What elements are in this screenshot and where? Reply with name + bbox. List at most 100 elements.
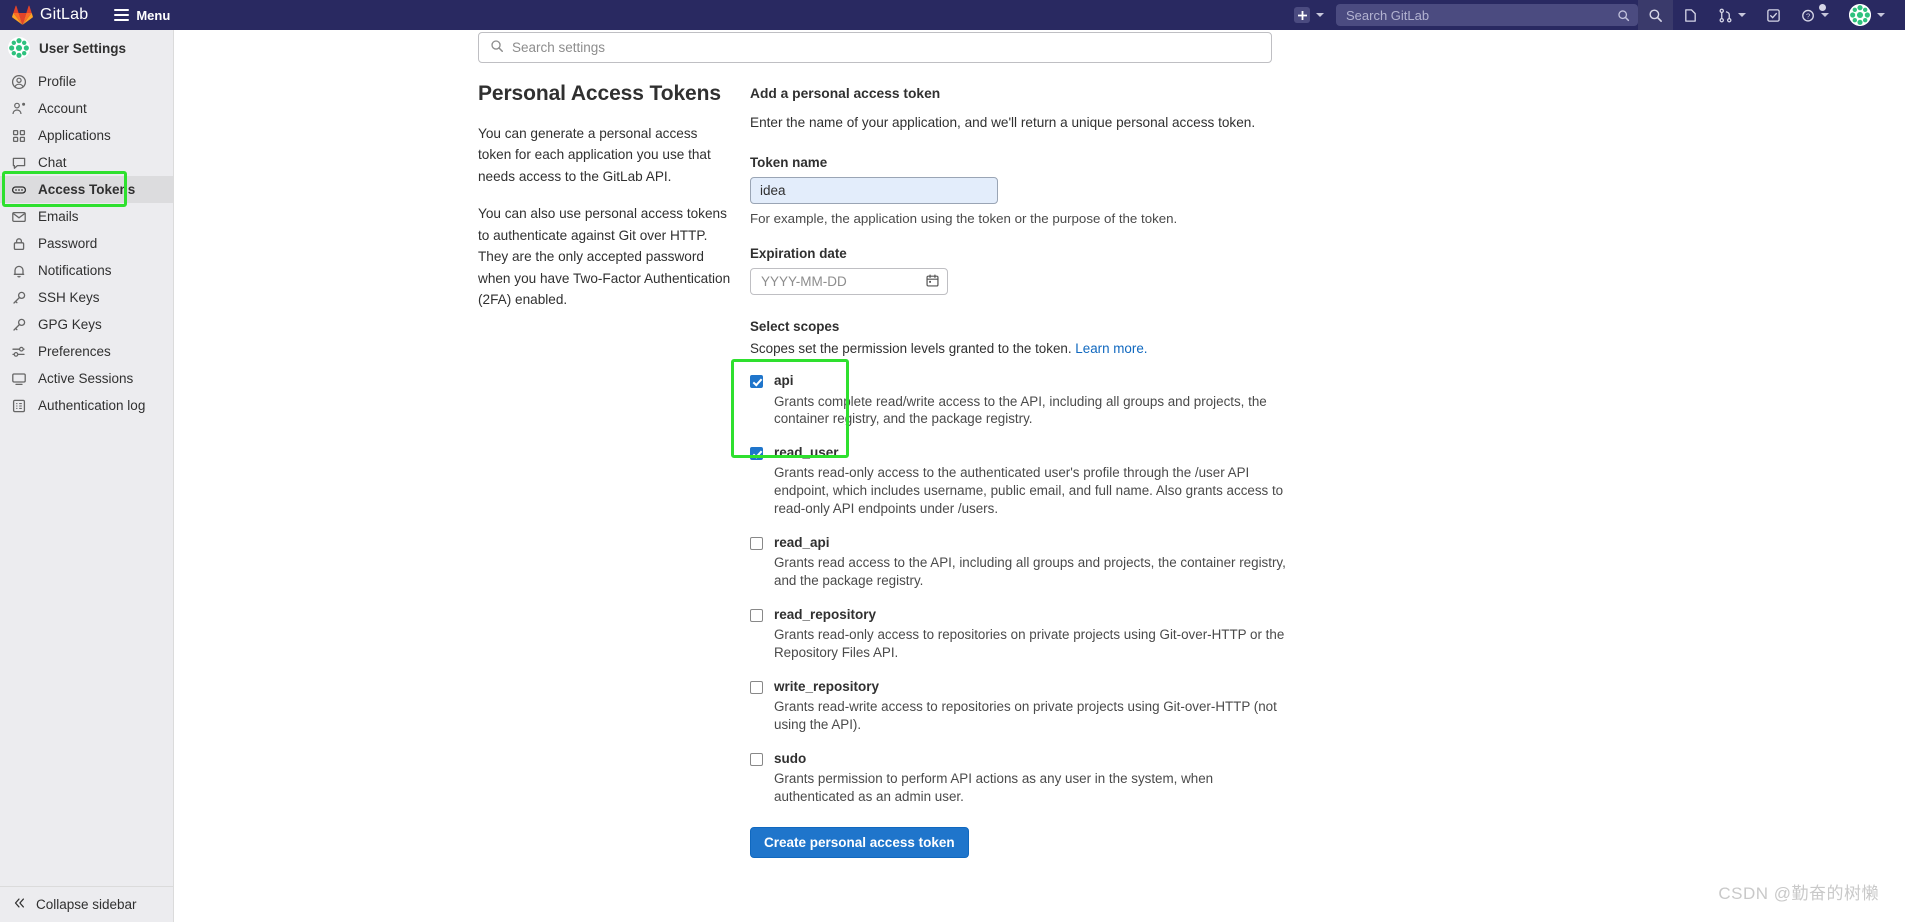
issues-icon <box>1685 8 1696 22</box>
token-form-column: Add a personal access token Enter the na… <box>731 82 1310 859</box>
gitlab-logo-icon <box>12 5 33 25</box>
sidebar-item-gpg-keys[interactable]: GPG Keys <box>0 311 173 338</box>
scopes-note: Scopes set the permission levels granted… <box>750 341 1310 356</box>
scope-label-sudo: sudo <box>774 750 807 766</box>
todos-icon-button[interactable] <box>1756 0 1791 30</box>
svg-text:?: ? <box>1806 11 1810 20</box>
scope-checkbox-sudo[interactable] <box>750 752 763 766</box>
chat-bubble-icon <box>11 155 27 171</box>
token-name-help-text: For example, the application using the t… <box>750 211 1178 227</box>
sidebar-item-label: Preferences <box>38 344 111 359</box>
sidebar-item-account[interactable]: Account <box>0 95 173 122</box>
user-avatar <box>8 37 30 59</box>
log-list-icon <box>11 398 27 414</box>
sidebar-item-authentication-log[interactable]: Authentication log <box>0 392 173 419</box>
chevron-down-icon <box>1821 13 1829 17</box>
sidebar-item-label: Chat <box>38 155 67 170</box>
sidebar-item-label: Notifications <box>38 263 112 278</box>
bell-icon <box>11 263 27 279</box>
scope-checkbox-api[interactable] <box>750 375 763 389</box>
sidebar-item-active-sessions[interactable]: Active Sessions <box>0 365 173 392</box>
sidebar-item-label: Access Tokens <box>38 182 136 197</box>
sidebar-item-chat[interactable]: Chat <box>0 149 173 176</box>
create-personal-access-token-button[interactable]: Create personal access token <box>750 827 969 859</box>
overview-paragraph-1: You can generate a personal access token… <box>478 126 711 184</box>
gitlab-brand[interactable]: GitLab <box>0 0 98 30</box>
user-menu-dropdown[interactable] <box>1839 0 1895 30</box>
search-icon <box>1618 9 1630 21</box>
user-circle-icon <box>11 74 27 90</box>
scope-item-read-repository: read_repository Grants read-only access … <box>750 606 1310 662</box>
chevron-down-icon <box>1877 13 1885 17</box>
sidebar-nav-list: Profile Account Applications Chat Access… <box>0 66 173 886</box>
learn-more-link[interactable]: Learn more. <box>1075 341 1147 356</box>
search-icon <box>490 39 504 56</box>
chevron-down-icon <box>1738 13 1746 17</box>
new-item-dropdown[interactable] <box>1288 0 1330 30</box>
select-scopes-label: Select scopes <box>750 319 840 335</box>
scope-label-read-user: read_user <box>774 445 839 461</box>
help-dropdown[interactable]: ? <box>1791 0 1839 30</box>
sidebar-item-label: GPG Keys <box>38 317 102 332</box>
expiration-date-label: Expiration date <box>750 246 847 262</box>
collapse-sidebar-button[interactable]: Collapse sidebar <box>0 886 173 922</box>
merge-requests-dropdown[interactable] <box>1708 0 1756 30</box>
menu-button[interactable]: Menu <box>104 0 180 30</box>
hamburger-icon <box>114 9 130 21</box>
sidebar-item-label: SSH Keys <box>38 290 100 305</box>
form-section-title: Add a personal access token <box>750 86 941 101</box>
todos-icon <box>1767 8 1780 22</box>
scope-label-read-repository: read_repository <box>774 606 877 622</box>
scope-description-api: Grants complete read/write access to the… <box>774 393 1267 427</box>
scope-item-write-repository: write_repository Grants read-write acces… <box>750 678 1310 734</box>
issues-icon-button[interactable] <box>1673 0 1708 30</box>
sidebar-item-access-tokens[interactable]: Access Tokens <box>0 176 173 203</box>
sidebar-item-label: Profile <box>38 74 77 89</box>
top-navbar: GitLab Menu Search GitLab ? <box>0 0 1905 30</box>
plus-square-icon <box>1294 7 1310 23</box>
sidebar-title: User Settings <box>39 40 127 56</box>
search-icon-button[interactable] <box>1638 0 1673 30</box>
scope-item-read-api: read_api Grants read access to the API, … <box>750 534 1310 590</box>
calendar-icon[interactable] <box>925 273 940 291</box>
scope-checkbox-read-api[interactable] <box>750 536 763 550</box>
sidebar-item-notifications[interactable]: Notifications <box>0 257 173 284</box>
sidebar-item-ssh-keys[interactable]: SSH Keys <box>0 284 173 311</box>
merge-requests-icon <box>1719 8 1732 22</box>
scope-item-api: api Grants complete read/write access to… <box>750 372 1310 428</box>
sidebar-header: User Settings <box>0 30 173 66</box>
token-name-label: Token name <box>750 155 828 171</box>
sidebar-item-emails[interactable]: Emails <box>0 203 173 230</box>
scope-checkbox-write-repository[interactable] <box>750 680 763 694</box>
settings-search-input[interactable]: Search settings <box>478 32 1272 63</box>
token-name-input[interactable]: idea <box>750 177 998 205</box>
scope-description-sudo: Grants permission to perform API actions… <box>774 770 1214 804</box>
scopes-note-text: Scopes set the permission levels granted… <box>750 341 1072 357</box>
sidebar-item-label: Authentication log <box>38 398 146 413</box>
envelope-icon <box>11 209 27 225</box>
notification-dot <box>1819 4 1826 11</box>
sidebar-item-profile[interactable]: Profile <box>0 68 173 95</box>
sidebar-item-label: Account <box>38 101 87 116</box>
sidebar-item-applications[interactable]: Applications <box>0 122 173 149</box>
monitor-icon <box>11 371 27 387</box>
token-name-value: idea <box>760 183 786 199</box>
scope-checkbox-read-repository[interactable] <box>750 608 763 622</box>
user-avatar <box>1849 4 1871 26</box>
tokens-content: Personal Access Tokens You can generate … <box>478 82 1598 859</box>
scope-checkbox-read-user[interactable] <box>750 447 763 461</box>
navbar-icon-group: ? <box>1638 0 1905 30</box>
sidebar-item-password[interactable]: Password <box>0 230 173 257</box>
help-icon: ? <box>1802 9 1814 22</box>
scope-label-write-repository: write_repository <box>774 678 880 694</box>
global-search-input[interactable]: Search GitLab <box>1336 4 1638 26</box>
scope-description-read-user: Grants read-only access to the authentic… <box>774 465 1284 517</box>
expiration-date-placeholder: YYYY-MM-DD <box>761 274 847 290</box>
scope-item-read-user: read_user Grants read-only access to the… <box>750 444 1310 518</box>
token-icon <box>11 182 27 198</box>
settings-search-placeholder: Search settings <box>512 40 606 55</box>
expiration-date-input[interactable]: YYYY-MM-DD <box>750 268 948 296</box>
scope-label-read-api: read_api <box>774 534 830 550</box>
menu-label: Menu <box>136 7 171 23</box>
sidebar-item-preferences[interactable]: Preferences <box>0 338 173 365</box>
